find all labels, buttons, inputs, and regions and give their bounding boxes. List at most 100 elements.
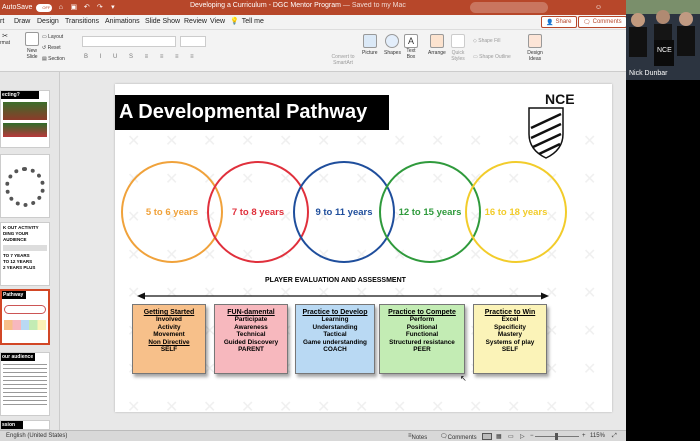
slide-thumbnail-2[interactable] [0, 154, 50, 218]
picture-button[interactable]: Picture [362, 34, 378, 56]
zoom-level[interactable]: 115% [590, 433, 605, 439]
comments-button[interactable]: 🗨 Comments [578, 16, 627, 28]
picture-label: Picture [362, 50, 378, 56]
thumbnail-4-title: Pathway [2, 291, 26, 299]
autosave-toggle[interactable]: OFF [36, 3, 53, 12]
stage-heading: Practice to Win [484, 309, 536, 316]
stage-box[interactable]: Getting Started Involved Activity Movement N… [132, 304, 206, 374]
zoom-slider-handle[interactable] [555, 433, 558, 440]
convert-smartart-button[interactable]: Convert to SmartArt [328, 54, 358, 66]
shape-format-group: ◇ Shape Fill ▭ Shape Outline [473, 38, 511, 60]
person-icon: 👤 [546, 19, 554, 26]
language-status[interactable]: English (United States) [6, 433, 67, 439]
zoom-in-icon[interactable]: + [582, 433, 586, 439]
stage-item: Specificity [494, 323, 526, 331]
font-name-field[interactable] [82, 36, 176, 47]
smiley-icon[interactable]: ☺ [594, 3, 603, 12]
tab-draw[interactable]: Draw [14, 18, 30, 25]
text-box-button[interactable]: A Text Box [404, 34, 418, 60]
quick-styles-button[interactable]: Quick Styles [450, 34, 466, 62]
slide-sorter-icon[interactable]: ▦ [496, 433, 502, 440]
format-painter-icon[interactable]: ✂ [0, 32, 10, 40]
normal-view-icon[interactable] [482, 433, 492, 440]
tab-transitions[interactable]: Transitions [65, 18, 99, 25]
notes-button[interactable]: ≡ Notes [408, 433, 427, 441]
design-ideas-button[interactable]: Design Ideas [526, 34, 544, 62]
stage-item: Positional [406, 323, 438, 331]
tab-design[interactable]: Design [37, 18, 59, 25]
fit-slide-icon[interactable]: ⤢ [612, 433, 617, 440]
notes-label: Notes [411, 435, 428, 441]
slide[interactable]: ✕ NCE 5 to 6 years7 to 8 years9 to 11 ye… [115, 84, 612, 412]
thumbnail-1-title: ecting? [1, 91, 39, 99]
text-box-label: Text Box [406, 48, 416, 60]
slide-thumbnail-5[interactable]: our audience [0, 352, 50, 416]
thumbnail-1-photo-2 [3, 123, 47, 137]
tab-review[interactable]: Review [184, 18, 207, 25]
more-icon[interactable]: ▾ [108, 3, 117, 12]
clipboard-group: ✂ rmat [0, 32, 10, 46]
participant-video[interactable]: NCE Nick Dunbar [626, 0, 700, 80]
slideshow-icon[interactable]: ▷ [520, 433, 525, 440]
stage-heading: Practice to Develop [302, 309, 368, 316]
tab-animations[interactable]: Animations [105, 18, 140, 25]
home-icon[interactable]: ⌂ [56, 3, 65, 12]
stage-box[interactable]: Practice to Compete Perform Positional Func… [379, 304, 465, 374]
shape-fill-label: Shape Fill [478, 38, 501, 44]
thumbnail-3-line-5: 2 YEARS PLUS [3, 265, 36, 270]
search-field[interactable] [470, 2, 548, 13]
new-slide-label: New Slide [26, 48, 38, 60]
mouse-cursor: ↖ [460, 374, 467, 383]
slide-thumbnails: ecting? K OUT ACTIVITY DING YOUR AUDIENC… [0, 72, 60, 430]
reset-label: Reset [47, 45, 61, 51]
stage-box[interactable]: FUN-damental Participate Awareness Technica… [214, 304, 288, 374]
share-button[interactable]: 👤 Share [541, 16, 577, 28]
title-bar: AutoSave OFF ⌂ ▣ ↶ ↷ ▾ Developing a Curr… [0, 0, 626, 15]
format-painter-label[interactable]: rmat [0, 40, 10, 46]
tab-insert[interactable]: rt [0, 18, 4, 25]
reset-button[interactable]: ↺ Reset [42, 45, 65, 51]
stage-box[interactable]: Practice to Develop Learning Understanding… [295, 304, 375, 374]
shape-fill-button[interactable]: ◇ Shape Fill [473, 38, 511, 44]
thumbnail-3-body [3, 245, 47, 251]
slide-thumbnail-6[interactable]: ssion [0, 420, 50, 430]
stage-item: Movement [153, 331, 185, 339]
shapes-button[interactable]: Shapes [384, 34, 401, 56]
comments-status-button[interactable]: 🗨 Comments [440, 433, 477, 441]
tab-view[interactable]: View [210, 18, 225, 25]
stage-heading: Practice to Compete [388, 309, 456, 316]
arrange-button[interactable]: Arrange [428, 34, 446, 56]
redo-icon[interactable]: ↷ [95, 3, 104, 12]
stage-item: Activity [157, 323, 181, 331]
stage-box[interactable]: Practice to Win Excel Specificity Mastery Sy… [473, 304, 547, 374]
stage-item: Perform [409, 316, 435, 324]
stage-item: Game understanding [303, 338, 367, 346]
slide-thumbnail-4[interactable]: Pathway [0, 289, 50, 345]
evaluation-label[interactable]: PLAYER EVALUATION AND ASSESSMENT [265, 277, 406, 284]
new-slide-button[interactable]: New Slide [22, 32, 42, 60]
stage-item: Excel [501, 316, 519, 324]
autosave-label: AutoSave [2, 4, 33, 11]
stage-item: Mastery [497, 331, 523, 339]
zoom-out-icon[interactable]: − [530, 433, 534, 439]
ribbon: ✂ rmat New Slide ▭ Layout ↺ Reset ▤ Sect… [0, 30, 626, 72]
tell-me[interactable]: 💡 Tell me [230, 17, 264, 26]
text-format-buttons[interactable]: B I U S ≡ ≡ ≡ ≡ [84, 54, 199, 60]
section-button[interactable]: ▤ Section [42, 56, 65, 62]
participant-name: Nick Dunbar [629, 70, 668, 77]
age-circle-label: 5 to 6 years [146, 207, 198, 218]
reading-view-icon[interactable]: ▭ [508, 433, 514, 440]
slide-thumbnail-3[interactable]: K OUT ACTIVITY DING YOUR AUDIENCE TO 7 Y… [0, 222, 50, 286]
font-size-field[interactable] [180, 36, 206, 47]
tab-slide-show[interactable]: Slide Show [145, 18, 180, 25]
save-icon[interactable]: ▣ [69, 3, 78, 12]
shape-outline-button[interactable]: ▭ Shape Outline [473, 54, 511, 60]
stage-heading: FUN-damental [227, 309, 275, 316]
undo-icon[interactable]: ↶ [82, 3, 91, 12]
comment-icon: 🗨 [583, 19, 591, 26]
slide-title[interactable]: A Developmental Pathway [115, 95, 389, 130]
shape-outline-label: Shape Outline [479, 54, 511, 60]
layout-button[interactable]: ▭ Layout [42, 34, 65, 40]
ribbon-tabs: rt Draw Design Transitions Animations Sl… [0, 15, 627, 30]
slide-thumbnail-1[interactable]: ecting? [0, 90, 50, 148]
